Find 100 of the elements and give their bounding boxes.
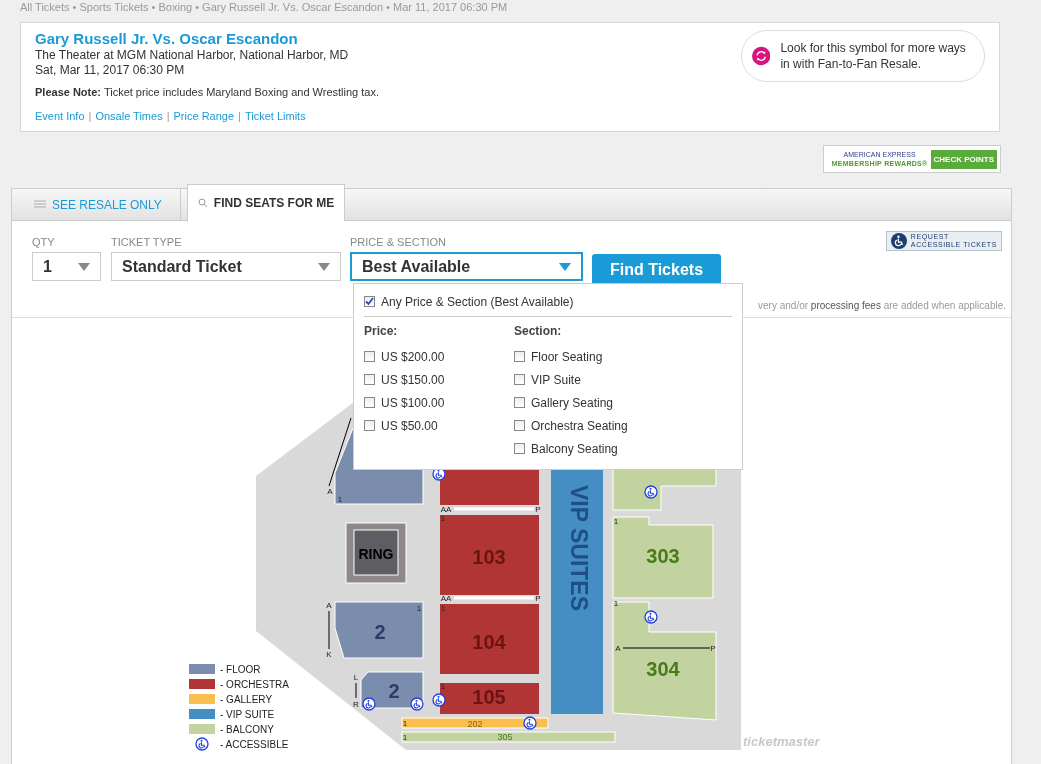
checkbox[interactable]	[514, 443, 525, 454]
option-label: VIP Suite	[531, 372, 581, 387]
option-label: Any Price & Section (Best Available)	[381, 294, 574, 309]
row-mark: 1	[402, 719, 408, 728]
checkbox[interactable]	[514, 351, 525, 362]
field-label: TICKET TYPE	[111, 236, 183, 248]
section-label: 202	[467, 719, 483, 729]
venue-text: The Theater at MGM National Harbor, National Harbor, MD	[35, 48, 350, 63]
row-mark: 1	[416, 604, 422, 613]
vip-suites-label: VIP SUITES	[565, 484, 592, 612]
legend-label: - VIP SUITE	[220, 709, 275, 720]
row-mark: AA	[440, 594, 452, 603]
fees-note: very and/or processing fees are added when applicable.	[758, 300, 1006, 311]
checkbox[interactable]	[364, 374, 375, 385]
legend-label: - ACCESSIBLE	[220, 739, 289, 750]
qty-select[interactable]: 1	[32, 252, 101, 281]
section-label: 303	[646, 545, 680, 567]
section-label: 2	[388, 680, 400, 702]
section-label: 305	[497, 732, 513, 742]
checkbox[interactable]	[364, 397, 375, 408]
row-mark: L	[353, 673, 359, 682]
wheelchair-icon	[362, 697, 376, 711]
row-mark: K	[326, 650, 332, 659]
row-mark: 1	[440, 514, 446, 523]
checkbox[interactable]	[514, 397, 525, 408]
link-separator: |	[166, 110, 170, 122]
legend-label: - FLOOR	[220, 664, 261, 675]
row-mark: A	[326, 601, 332, 610]
row-mark: 1	[440, 604, 446, 613]
row-mark: A	[327, 487, 333, 496]
event-link[interactable]: Event Info	[35, 110, 85, 122]
price-heading: Price:	[364, 323, 399, 340]
check-points-button[interactable]: CHECK POINTS	[930, 149, 997, 169]
option-label: US $200.00	[381, 349, 445, 364]
section-label: 103	[472, 546, 506, 568]
row-mark: 1	[337, 495, 343, 504]
wheelchair-icon	[890, 233, 907, 249]
wheelchair-icon	[644, 485, 658, 499]
checkbox[interactable]	[364, 420, 375, 431]
section-heading: Section:	[514, 323, 563, 340]
section-label: 2	[374, 621, 386, 643]
legend-label: - BALCONY	[220, 724, 274, 735]
option-label: US $100.00	[381, 395, 445, 410]
checkbox[interactable]	[364, 351, 375, 362]
event-link[interactable]: Ticket Limits	[244, 110, 306, 122]
caret-icon	[78, 262, 90, 271]
row-mark: P	[710, 644, 716, 653]
event-title[interactable]: Gary Russell Jr. Vs. Oscar Escandon	[35, 30, 379, 48]
row-mark: P	[535, 505, 541, 514]
row-mark: 1	[613, 517, 619, 526]
find-tickets-button[interactable]: Find Tickets	[592, 254, 721, 285]
tab[interactable]: FIND SEATS FOR ME	[186, 184, 346, 221]
leader-line	[328, 610, 330, 650]
section-label: 304	[646, 658, 680, 680]
date-text: Sat, Mar 11, 2017 06:30 PM	[35, 63, 186, 78]
row-mark: AA	[440, 505, 452, 514]
section-label: 105	[472, 686, 506, 708]
link-separator: |	[88, 110, 92, 122]
leader-line	[355, 682, 357, 699]
option-label: Orchestra Seating	[531, 418, 628, 433]
wheelchair-icon	[523, 716, 537, 730]
ring-label: RING	[358, 546, 394, 562]
tab[interactable]: SEE RESALE ONLY	[34, 189, 181, 220]
row-mark: R	[353, 700, 359, 709]
event-link[interactable]: Price Range	[173, 110, 235, 122]
ticket-type-select[interactable]: Standard Ticket	[111, 252, 341, 281]
checkbox[interactable]	[514, 420, 525, 431]
checkbox[interactable]	[514, 374, 525, 385]
event-link[interactable]: Onsale Times	[95, 110, 163, 122]
legend-label: - GALLERY	[220, 694, 273, 705]
resale-hint-text: Look for this symbol for more ways in with Fan-to-Fan Resale.	[780, 40, 967, 72]
section-label: 104	[472, 631, 506, 653]
wheelchair-icon	[432, 693, 446, 707]
breadcrumb: All Tickets • Sports Tickets • Boxing • Gary Russell Jr. Vs. Oscar Escandon • Mar 11, 2017 06:30 PM	[19, 0, 509, 14]
list-icon	[34, 199, 46, 210]
option-label: US $150.00	[381, 372, 445, 387]
wheelchair-icon	[195, 737, 209, 751]
option-label: Balcony Seating	[531, 441, 618, 456]
price-section-select[interactable]: Best Available	[350, 252, 583, 281]
caret-icon	[559, 262, 571, 271]
ring	[353, 529, 399, 576]
legend-label: - ORCHESTRA	[220, 679, 289, 690]
row-mark: 1	[402, 733, 408, 742]
row-mark: A	[615, 644, 621, 653]
leader-line	[328, 417, 352, 487]
checkbox[interactable]	[364, 296, 375, 307]
row-mark: P	[535, 594, 541, 603]
wheelchair-icon	[644, 610, 658, 624]
row-mark: 1	[440, 682, 446, 691]
link-separator: |	[238, 110, 241, 122]
field-label: PRICE & SECTION	[350, 236, 447, 248]
option-label: Gallery Seating	[531, 395, 614, 410]
search-icon	[197, 198, 208, 208]
row-mark: 1	[613, 599, 619, 608]
note-text: Please Note: Ticket price includes Maryland Boxing and Wrestling tax.	[35, 86, 379, 98]
option-label: Floor Seating	[531, 349, 603, 364]
caret-icon	[318, 262, 330, 271]
wheelchair-icon	[410, 697, 424, 711]
option-label: US $50.00	[381, 418, 438, 433]
field-label: QTY	[32, 236, 56, 248]
